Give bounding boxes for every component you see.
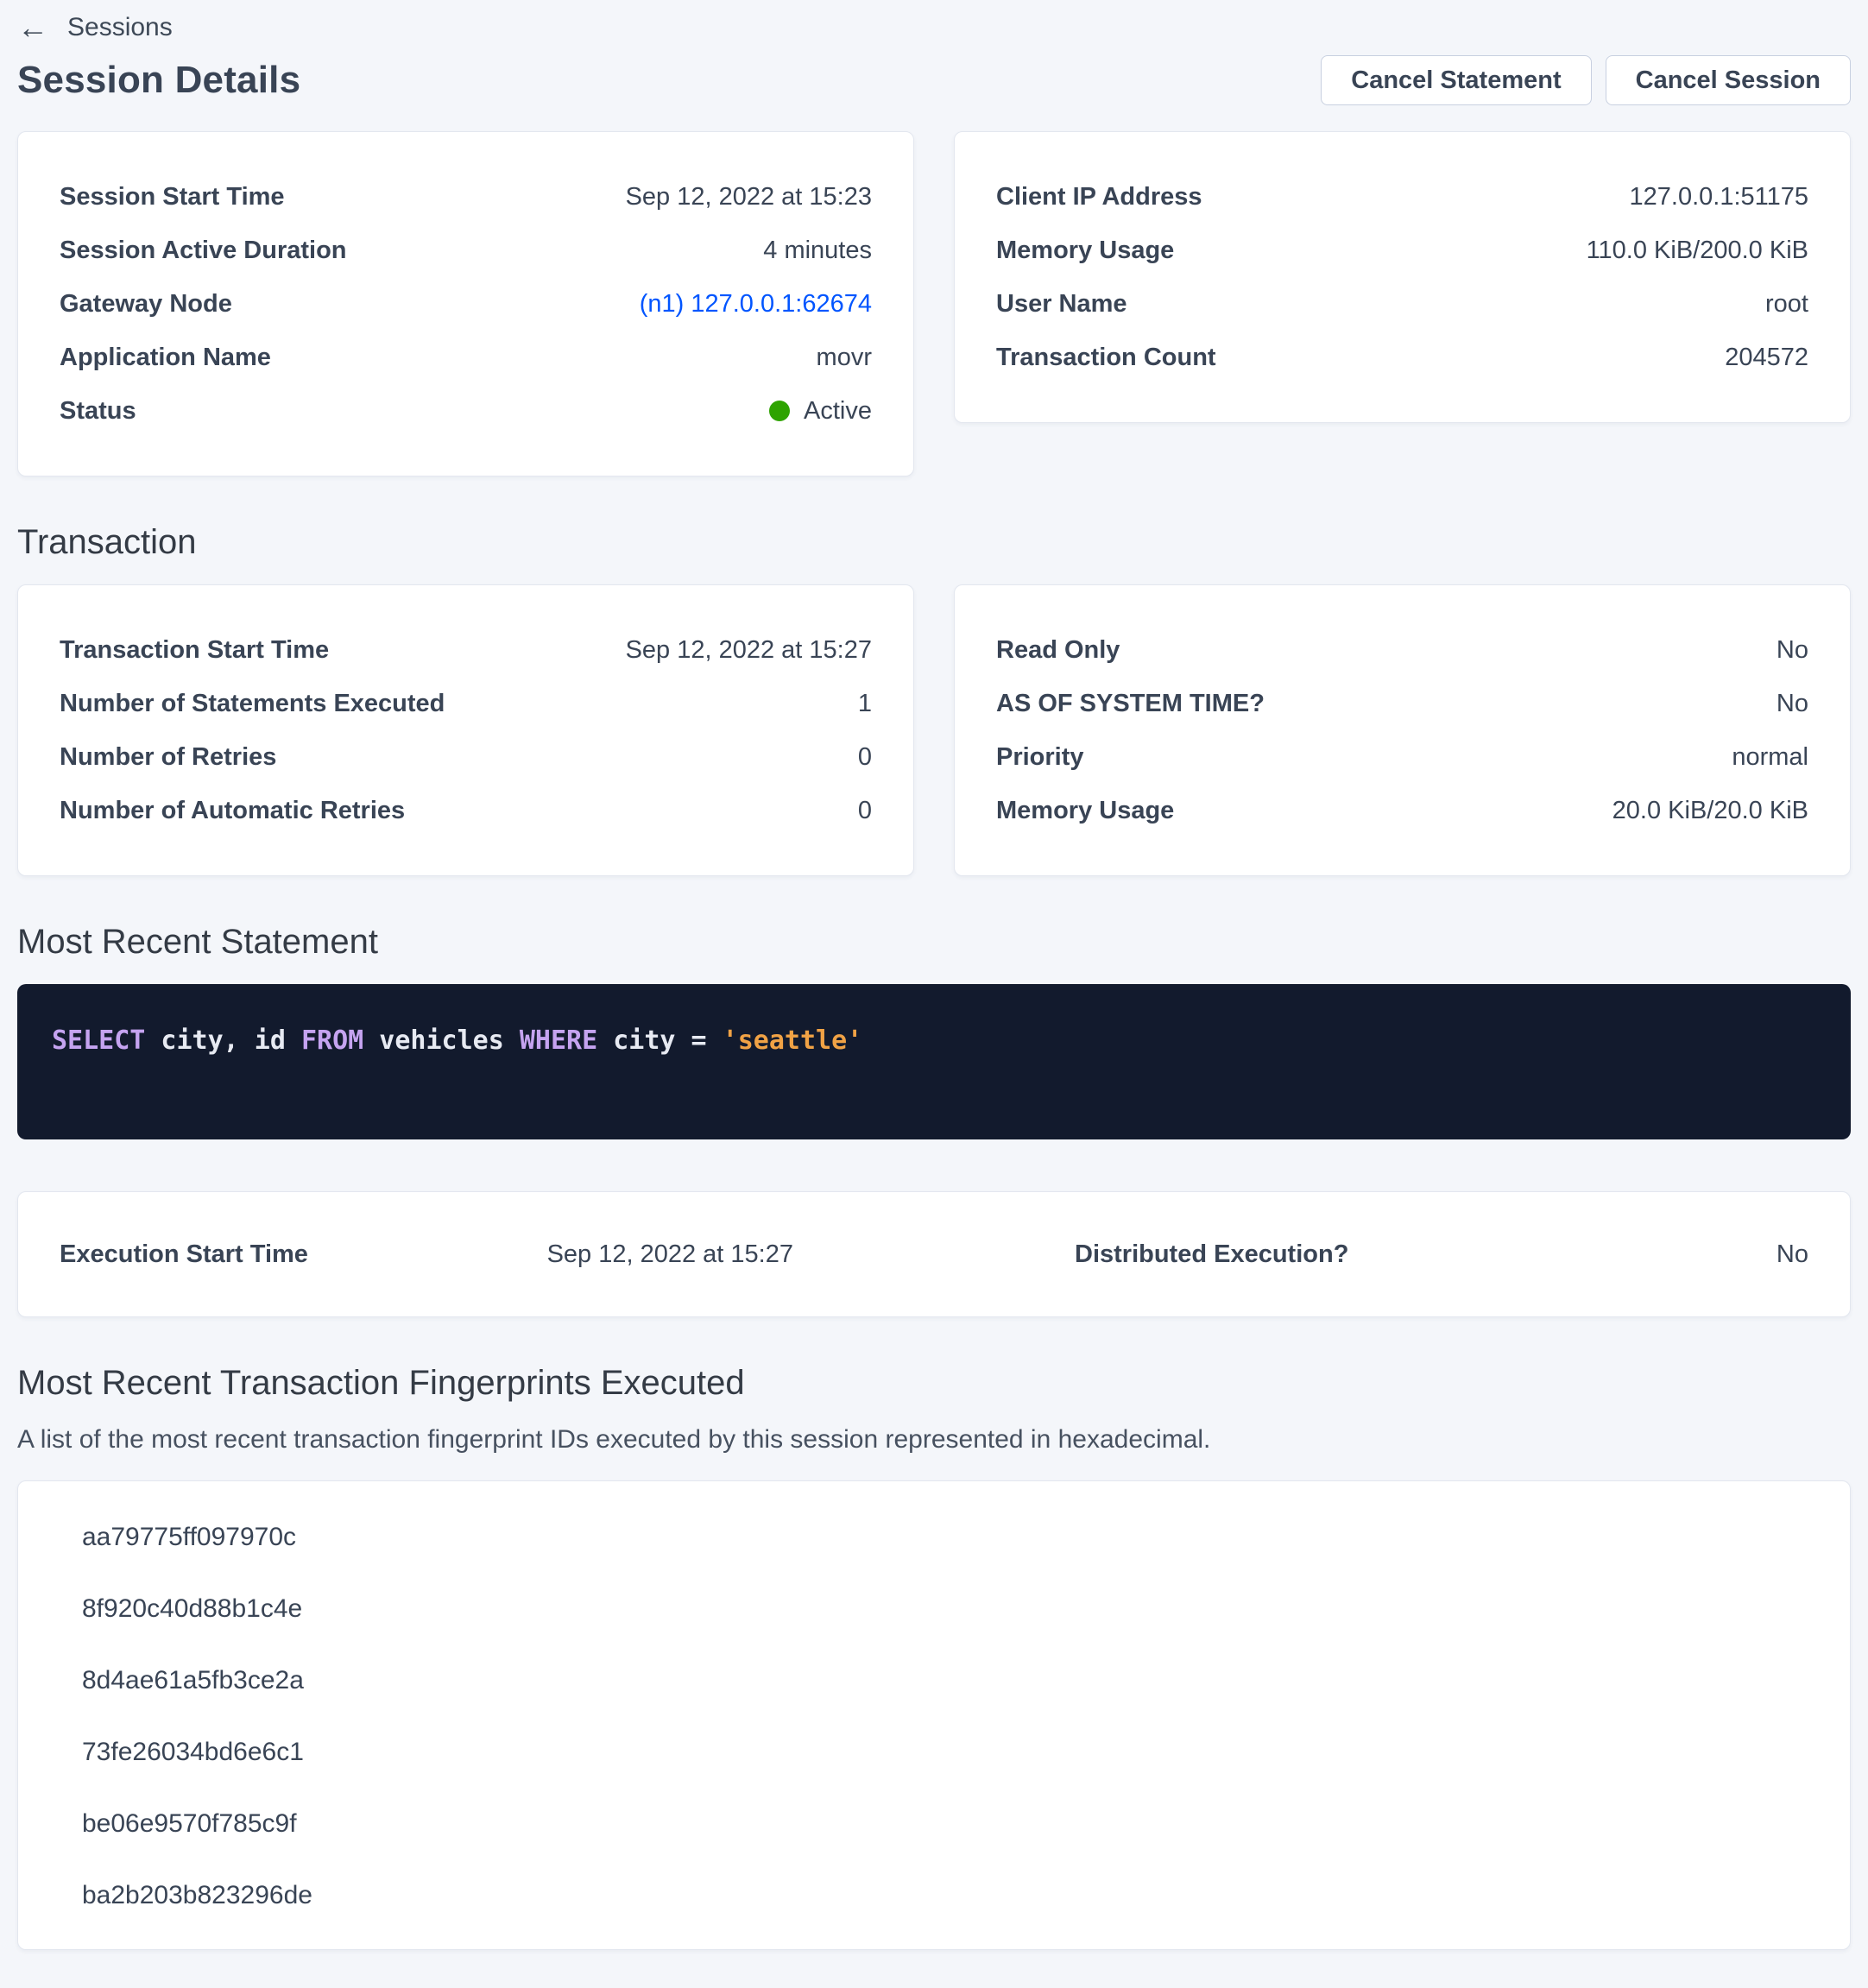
- row-value: Sep 12, 2022 at 15:27: [626, 636, 872, 665]
- row-value: 0: [858, 743, 872, 772]
- row-label: Number of Automatic Retries: [60, 797, 405, 825]
- row-label: AS OF SYSTEM TIME?: [996, 690, 1265, 718]
- gateway-node-row: Gateway Node (n1) 127.0.0.1:62674: [60, 277, 872, 331]
- row-label: Number of Statements Executed: [60, 690, 445, 718]
- row-label: Session Start Time: [60, 183, 285, 211]
- status-row: Status Active: [60, 384, 872, 438]
- user-name-row: User Name root: [996, 277, 1808, 331]
- transaction-right-card: Read Only No AS OF SYSTEM TIME? No Prior…: [954, 584, 1851, 876]
- transaction-left-card: Transaction Start Time Sep 12, 2022 at 1…: [17, 584, 914, 876]
- fingerprint-item: 8d4ae61a5fb3ce2a: [82, 1661, 1808, 1700]
- read-only-row: Read Only No: [996, 623, 1808, 677]
- gateway-node-link[interactable]: (n1) 127.0.0.1:62674: [640, 290, 872, 319]
- row-value: No: [1776, 690, 1808, 718]
- row-value: normal: [1732, 743, 1808, 772]
- row-label: Gateway Node: [60, 290, 232, 319]
- transaction-count-row: Transaction Count 204572: [996, 331, 1808, 384]
- session-active-duration-row: Session Active Duration 4 minutes: [60, 224, 872, 277]
- fingerprint-item: be06e9570f785c9f: [82, 1804, 1808, 1843]
- fingerprint-item: 73fe26034bd6e6c1: [82, 1732, 1808, 1771]
- arrow-left-icon: ←: [17, 12, 48, 43]
- row-label: Distributed Execution?: [1075, 1240, 1348, 1269]
- cancel-session-button[interactable]: Cancel Session: [1606, 55, 1851, 105]
- row-value: 1: [858, 690, 872, 718]
- distributed-execution-pair: Distributed Execution? No: [923, 1240, 1808, 1269]
- fingerprints-section-title: Most Recent Transaction Fingerprints Exe…: [17, 1364, 1851, 1403]
- sql-text: city, id: [145, 1026, 301, 1056]
- row-label: Read Only: [996, 636, 1120, 665]
- row-value: 204572: [1725, 344, 1808, 372]
- fingerprint-item: ba2b203b823296de: [82, 1876, 1808, 1915]
- page-header: Session Details Cancel Statement Cancel …: [17, 55, 1851, 105]
- transaction-section-title: Transaction: [17, 523, 1851, 562]
- memory-usage-row: Memory Usage 110.0 KiB/200.0 KiB: [996, 224, 1808, 277]
- row-value: 127.0.0.1:51175: [1630, 183, 1809, 211]
- status-value: Active: [804, 397, 872, 426]
- application-name-row: Application Name movr: [60, 331, 872, 384]
- transaction-grid: Transaction Start Time Sep 12, 2022 at 1…: [17, 584, 1851, 876]
- row-label: Transaction Start Time: [60, 636, 329, 665]
- fingerprints-section-description: A list of the most recent transaction fi…: [17, 1425, 1851, 1455]
- cancel-statement-button[interactable]: Cancel Statement: [1321, 55, 1591, 105]
- fingerprint-item: aa79775ff097970c: [82, 1518, 1808, 1556]
- status-active-dot-icon: [769, 401, 790, 421]
- row-value: No: [1776, 636, 1808, 665]
- row-label: Number of Retries: [60, 743, 276, 772]
- session-start-time-row: Session Start Time Sep 12, 2022 at 15:23: [60, 170, 872, 224]
- sql-keyword: SELECT: [52, 1026, 145, 1056]
- page-title: Session Details: [17, 59, 300, 102]
- fingerprint-item: 8f920c40d88b1c4e: [82, 1589, 1808, 1628]
- row-label: Transaction Count: [996, 344, 1216, 372]
- execution-card: Execution Start Time Sep 12, 2022 at 15:…: [17, 1191, 1851, 1317]
- execution-start-time-pair: Execution Start Time Sep 12, 2022 at 15:…: [60, 1240, 923, 1269]
- sql-text: city =: [597, 1026, 723, 1056]
- sql-statement-box: SELECT city, id FROM vehicles WHERE city…: [17, 984, 1851, 1139]
- back-link-label: Sessions: [67, 13, 173, 42]
- client-info-card: Client IP Address 127.0.0.1:51175 Memory…: [954, 131, 1851, 423]
- sql-text: vehicles: [363, 1026, 520, 1056]
- fingerprints-card: aa79775ff097970c 8f920c40d88b1c4e 8d4ae6…: [17, 1480, 1851, 1950]
- status-badge: Active: [769, 397, 872, 426]
- sql-keyword: WHERE: [520, 1026, 597, 1056]
- session-summary-grid: Session Start Time Sep 12, 2022 at 15:23…: [17, 131, 1851, 476]
- row-value: 20.0 KiB/20.0 KiB: [1612, 797, 1808, 825]
- sql-string: 'seattle': [723, 1026, 863, 1056]
- row-value: No: [1776, 1240, 1808, 1269]
- row-value: Sep 12, 2022 at 15:27: [547, 1240, 793, 1269]
- row-value: 110.0 KiB/200.0 KiB: [1587, 237, 1808, 265]
- row-value: 0: [858, 797, 872, 825]
- row-value: movr: [817, 344, 872, 372]
- row-label: Status: [60, 397, 136, 426]
- row-value: Sep 12, 2022 at 15:23: [626, 183, 872, 211]
- session-info-card: Session Start Time Sep 12, 2022 at 15:23…: [17, 131, 914, 476]
- row-label: Client IP Address: [996, 183, 1202, 211]
- statement-section-title: Most Recent Statement: [17, 923, 1851, 962]
- row-label: Priority: [996, 743, 1084, 772]
- row-label: Execution Start Time: [60, 1240, 308, 1269]
- row-label: Memory Usage: [996, 237, 1174, 265]
- transaction-memory-usage-row: Memory Usage 20.0 KiB/20.0 KiB: [996, 784, 1808, 837]
- row-label: Memory Usage: [996, 797, 1174, 825]
- statements-executed-row: Number of Statements Executed 1: [60, 677, 872, 730]
- retries-row: Number of Retries 0: [60, 730, 872, 784]
- row-label: Session Active Duration: [60, 237, 347, 265]
- row-label: User Name: [996, 290, 1127, 319]
- sql-keyword: FROM: [301, 1026, 363, 1056]
- priority-row: Priority normal: [996, 730, 1808, 784]
- session-details-page: ← Sessions Session Details Cancel Statem…: [0, 0, 1868, 1988]
- header-actions: Cancel Statement Cancel Session: [1321, 55, 1851, 105]
- back-to-sessions-link[interactable]: ← Sessions: [17, 9, 173, 47]
- fingerprint-list: aa79775ff097970c 8f920c40d88b1c4e 8d4ae6…: [82, 1518, 1808, 1915]
- automatic-retries-row: Number of Automatic Retries 0: [60, 784, 872, 837]
- transaction-start-time-row: Transaction Start Time Sep 12, 2022 at 1…: [60, 623, 872, 677]
- as-of-system-time-row: AS OF SYSTEM TIME? No: [996, 677, 1808, 730]
- client-ip-row: Client IP Address 127.0.0.1:51175: [996, 170, 1808, 224]
- row-value: root: [1765, 290, 1808, 319]
- row-value: 4 minutes: [763, 237, 872, 265]
- row-label: Application Name: [60, 344, 271, 372]
